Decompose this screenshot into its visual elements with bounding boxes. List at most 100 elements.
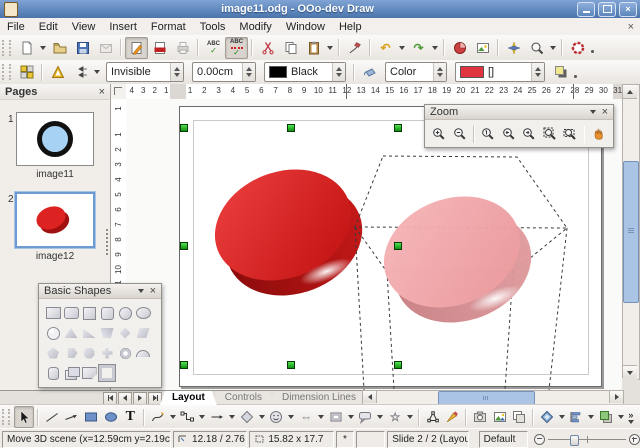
basic-shapes-close-icon[interactable]: ×	[150, 285, 156, 297]
basic-shapes-dropdown-icon[interactable]	[138, 289, 144, 293]
arrange-button[interactable]	[596, 406, 616, 428]
zoom-slider-thumb[interactable]	[570, 435, 579, 446]
shape-frame-button[interactable]	[99, 365, 115, 381]
zoom-in-button[interactable]	[429, 123, 450, 145]
scroll-down-button[interactable]	[623, 365, 637, 379]
basic-shapes-titlebar[interactable]: Basic Shapes ×	[39, 284, 161, 299]
area-dialog-icon[interactable]	[358, 61, 381, 83]
redo-button[interactable]: ↷	[407, 37, 430, 59]
menu-item[interactable]: Tools	[193, 20, 233, 34]
menu-item[interactable]: Modify	[232, 20, 278, 34]
print-button[interactable]	[171, 37, 194, 59]
shape-octagon-button[interactable]	[84, 348, 95, 359]
menu-item[interactable]: Edit	[32, 20, 65, 34]
chart-button[interactable]	[448, 37, 471, 59]
toolbar-grip[interactable]	[2, 40, 11, 56]
horizontal-scroll-thumb[interactable]	[438, 391, 535, 405]
arrow-style-button[interactable]	[69, 61, 92, 83]
shape-pentagon-button[interactable]	[47, 348, 59, 359]
shape-diamond-button[interactable]	[120, 328, 131, 339]
slide-indicator[interactable]: Slide 2 / 2 (Layout)	[387, 431, 468, 448]
styles-grid-icon[interactable]	[15, 61, 38, 83]
vertical-scroll-thumb[interactable]	[623, 161, 639, 303]
scroll-left-button[interactable]	[363, 391, 377, 403]
zoom-out-button[interactable]	[450, 123, 471, 145]
shape-isosceles-triangle-button[interactable]	[65, 328, 78, 338]
curve-tool-button[interactable]	[148, 406, 168, 428]
zoom-palette-titlebar[interactable]: Zoom ×	[425, 105, 613, 120]
callouts-dropdown-icon[interactable]	[377, 415, 383, 419]
connector-tool-button[interactable]	[178, 406, 198, 428]
navigator-button[interactable]	[502, 37, 525, 59]
curve-dropdown-icon[interactable]	[170, 415, 176, 419]
select-tool-button[interactable]	[14, 406, 34, 428]
callouts-tool-button[interactable]	[356, 406, 376, 428]
line-color-combo[interactable]: Black	[264, 62, 346, 82]
menu-item[interactable]: File	[0, 20, 32, 34]
fill-type-spin[interactable]	[433, 63, 446, 81]
lines-arrows-tool-button[interactable]	[207, 406, 227, 428]
toolbar-grip[interactable]	[2, 409, 10, 425]
ruler-origin[interactable]	[111, 84, 127, 100]
block-arrows-tool-button[interactable]: ⇔	[296, 406, 316, 428]
text-tool-button[interactable]: T	[120, 406, 140, 428]
zoom-out-slider-icon[interactable]	[534, 434, 545, 445]
new-dropdown-icon[interactable]	[40, 46, 46, 50]
zoom-button[interactable]	[525, 37, 548, 59]
edit-file-button[interactable]	[125, 37, 148, 59]
line-style-spin[interactable]	[170, 63, 183, 81]
last-tab-button[interactable]	[148, 392, 162, 405]
symbol-shapes-dropdown-icon[interactable]	[288, 415, 294, 419]
rotate-dropdown-icon[interactable]	[559, 415, 565, 419]
rotate-tool-button[interactable]	[537, 406, 557, 428]
close-document-icon[interactable]: ×	[628, 21, 634, 33]
block-arrows-dropdown-icon[interactable]	[318, 415, 324, 419]
object-size-cell[interactable]: 15.82 x 17.7	[249, 431, 334, 448]
open-button[interactable]	[48, 37, 71, 59]
zoom-100-button[interactable]	[478, 123, 499, 145]
shape-cross-button[interactable]	[102, 348, 113, 359]
paste-dropdown-icon[interactable]	[327, 46, 333, 50]
fill-type-combo[interactable]: Color	[385, 62, 447, 82]
line-tool-button[interactable]	[42, 406, 62, 428]
maximize-button[interactable]	[598, 2, 616, 17]
line-width-field[interactable]: 0.00cm	[192, 62, 256, 82]
shape-hexagon-button[interactable]	[65, 348, 78, 358]
shape-circle-button[interactable]	[119, 307, 132, 320]
shape-rounded-rectangle-button[interactable]	[64, 307, 79, 319]
pan-hand-button[interactable]	[588, 123, 609, 145]
gallery-button[interactable]	[471, 37, 494, 59]
shape-cube-button[interactable]	[65, 370, 77, 380]
shape-rounded-square-button[interactable]	[101, 307, 114, 320]
new-document-button[interactable]	[15, 37, 38, 59]
prev-tab-button[interactable]	[118, 392, 132, 405]
zoom-next-button[interactable]	[519, 123, 540, 145]
shape-ring-button[interactable]	[120, 348, 131, 359]
autospellcheck-button[interactable]: ABC✓	[225, 37, 248, 59]
cursor-position-cell[interactable]: 12.18 / 2.76	[173, 431, 247, 448]
scroll-right-button[interactable]	[609, 391, 623, 403]
line-style-combo[interactable]: Invisible	[106, 62, 184, 82]
fontwork-icon[interactable]	[46, 61, 69, 83]
stars-dropdown-icon[interactable]	[407, 415, 413, 419]
shape-block-arc-button[interactable]	[136, 350, 150, 357]
menu-item[interactable]: Format	[144, 20, 193, 34]
menu-item[interactable]: View	[65, 20, 103, 34]
alignment-button[interactable]	[567, 406, 587, 428]
ellipse-tool-button[interactable]	[101, 406, 121, 428]
help-button[interactable]	[566, 37, 589, 59]
shape-right-triangle-button[interactable]	[83, 328, 96, 338]
page-style-cell[interactable]: Default	[479, 431, 528, 448]
spellcheck-button[interactable]: ABC✓	[202, 37, 225, 59]
page-thumbnail-1[interactable]: 1 image11	[0, 112, 110, 180]
fill-color-spin[interactable]	[531, 63, 544, 81]
line-width-spin[interactable]	[242, 63, 255, 81]
connector-dropdown-icon[interactable]	[199, 415, 205, 419]
fill-color-combo[interactable]: []	[455, 62, 545, 82]
layer-tab[interactable]: Dimension Lines	[270, 391, 368, 405]
line-arrow-end-tool-button[interactable]	[61, 406, 81, 428]
minimize-button[interactable]	[577, 2, 595, 17]
shape-rectangle-button[interactable]	[46, 307, 61, 319]
save-button[interactable]	[71, 37, 94, 59]
paste-button[interactable]	[302, 37, 325, 59]
